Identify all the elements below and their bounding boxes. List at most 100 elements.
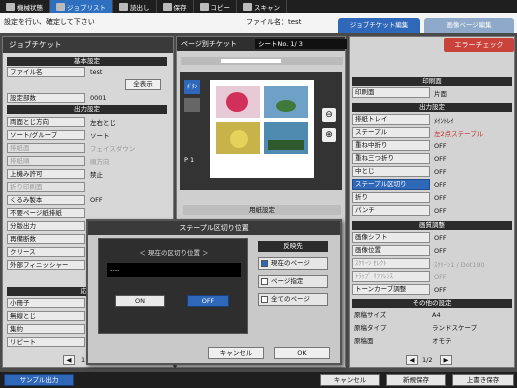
overwrite-save-button[interactable]: 上書き保存 (452, 374, 514, 386)
on-button[interactable]: ON (115, 295, 165, 307)
setting-button[interactable]: 画像シフト (352, 232, 430, 243)
output-row: 再備断数 (7, 234, 90, 244)
output-row: クリース (7, 247, 90, 257)
setting-button[interactable]: 画像位置 (352, 245, 430, 256)
output-setting-button[interactable]: くるみ製本 (7, 195, 85, 205)
cancel-button[interactable]: キャンセル (320, 374, 380, 386)
apply-setting-button[interactable]: リピート (7, 337, 85, 347)
print-side-button[interactable]: 印刷面 (352, 87, 430, 98)
other-setting-label: 原稿サイズ (354, 311, 387, 319)
setting-button[interactable]: トーンカーブ調整 (352, 284, 430, 295)
photo-island (264, 86, 308, 118)
print-side-value: 片面 (434, 89, 447, 98)
setting-value: OFF (434, 193, 447, 202)
option-current-page[interactable]: 現在のページ (258, 257, 328, 270)
apply-setting-button[interactable]: 集約 (7, 324, 85, 334)
output-setting-button[interactable]: 再備断数 (7, 234, 85, 244)
output-setting-button[interactable]: 排紙順 (7, 156, 85, 166)
tab-job-ticket-edit[interactable]: ジョブチケット編集 (338, 18, 420, 33)
output-setting-value: OFF (90, 196, 103, 204)
thumbnail-tab[interactable]: ﾎﾞﾀﾝ (184, 80, 200, 94)
output-row: 折り印刷面 (7, 182, 90, 192)
error-check-button[interactable]: エラーチェック (444, 38, 514, 52)
setting-button[interactable]: ﾄﾗｯﾌﾟ ﾘﾌｧﾚﾝｽ (352, 271, 430, 282)
apply-setting-button[interactable]: 小冊子 (7, 298, 85, 308)
settings-next-button[interactable]: ▶ (440, 355, 452, 365)
main-menu-bar: 機械状態 ジョブリスト 読出し 保存 コピー スキャン (0, 0, 517, 13)
document-page (210, 80, 314, 178)
menu-tab-1[interactable]: ジョブリスト (50, 0, 113, 13)
setting-value: 左2点ステープル (434, 129, 484, 138)
zoom-out-icon[interactable]: ⊖ (322, 108, 336, 122)
setting-button[interactable]: ｽｸﾘｰﾝ ｾﾚｸﾄ (352, 258, 430, 269)
scroll-thumb[interactable] (221, 59, 281, 63)
setting-button[interactable]: ステープル区切り (352, 179, 430, 190)
current-position-label: ＜ 現在の区切り位置 ＞ (139, 249, 209, 257)
menu-tab-3[interactable]: 保存 (157, 0, 194, 13)
prev-page-button[interactable]: ◀ (63, 355, 75, 365)
setting-button[interactable]: 中とじ (352, 166, 430, 177)
settings-prev-button[interactable]: ◀ (406, 355, 418, 365)
output-setting-value: 禁止 (90, 171, 103, 179)
menu-tab-5[interactable]: スキャン (237, 0, 287, 13)
setting-button[interactable]: 折り (352, 192, 430, 203)
setting-button[interactable]: パンチ (352, 205, 430, 216)
setting-row: 重ね三つ折り OFF (352, 153, 447, 164)
photo-sky (264, 122, 308, 154)
setting-button[interactable]: ステープル (352, 127, 430, 138)
output-setting-button[interactable]: 両面とじ方向 (7, 117, 85, 127)
menu-tab-0[interactable]: 機械状態 (0, 0, 50, 13)
thumbnail-tab-2[interactable] (184, 98, 200, 112)
output-setting-button[interactable]: ソート/グループ (7, 130, 85, 140)
other-setting-label: 原稿面 (354, 337, 374, 345)
sheet-number-selector[interactable]: シートNo. 1/ 3 (255, 39, 347, 49)
paper-setting-header: 用紙設定 (183, 205, 341, 215)
radio-box (261, 296, 268, 303)
section-print-side: 印刷面 (352, 77, 512, 86)
off-button[interactable]: OFF (187, 295, 229, 307)
copies-button[interactable]: 設定部数 (7, 93, 85, 103)
output-setting-button[interactable]: 外部フィニッシャー (7, 260, 85, 270)
setting-button[interactable]: 重ね中折り (352, 140, 430, 151)
output-setting-value: フェイスダウン (90, 145, 136, 153)
menu-tab-2[interactable]: 読出し (113, 0, 157, 13)
apply-target-title: 反映先 (258, 241, 328, 252)
new-save-button[interactable]: 新規保存 (386, 374, 446, 386)
setting-row: ステープル 左2点ステープル (352, 127, 483, 138)
output-setting-button[interactable]: クリース (7, 247, 85, 257)
sample-output-button[interactable]: サンプル出力 (4, 374, 74, 386)
setting-row: 折り OFF (352, 192, 447, 203)
dialog-cancel-button[interactable]: キャンセル (208, 347, 264, 359)
setting-button[interactable]: 排紙トレイ (352, 114, 430, 125)
output-setting-button[interactable]: 上機み許可 (7, 169, 85, 179)
apply-row: 集約 (7, 324, 85, 334)
section-output-settings: 出力設定 (352, 103, 512, 112)
output-setting-value: 左右とじ (90, 119, 116, 127)
option-all-pages[interactable]: 全てのページ (258, 293, 328, 306)
setting-value: OFF (434, 272, 447, 281)
setting-value: ﾒｲﾝﾄﾚｲ (434, 116, 454, 125)
scroll-bar[interactable] (181, 57, 343, 65)
show-all-button[interactable]: 全表示 (125, 79, 161, 90)
output-setting-value: ソート (90, 132, 110, 140)
output-row: 外部フィニッシャー (7, 260, 90, 270)
apply-setting-button[interactable]: 無線とじ (7, 311, 85, 321)
zoom-in-icon[interactable]: ⊕ (322, 128, 336, 142)
filename-button[interactable]: ファイル名 (7, 67, 85, 77)
menu-tab-4[interactable]: コピー (194, 0, 237, 13)
section-image-adjust: 画質調整 (352, 221, 512, 230)
output-setting-button[interactable]: 排紙面 (7, 143, 85, 153)
output-setting-value: 順方向 (90, 158, 110, 166)
tab-image-page-edit[interactable]: 画像ページ編集 (424, 18, 514, 33)
setting-value: OFF (434, 141, 447, 150)
other-setting-value: ランドスケープ (432, 324, 478, 332)
dialog-ok-button[interactable]: OK (274, 347, 330, 359)
photo-flower (216, 86, 260, 118)
output-setting-button[interactable]: 折り印刷面 (7, 182, 85, 192)
output-setting-button[interactable]: 分版出力 (7, 221, 85, 231)
output-setting-button[interactable]: 不要ページ紙排紙 (7, 208, 85, 218)
option-page-specify[interactable]: ページ指定 (258, 275, 328, 288)
setting-button[interactable]: 重ね三つ折り (352, 153, 430, 164)
setting-row: 排紙トレイ ﾒｲﾝﾄﾚｲ (352, 114, 454, 125)
setting-row: トーンカーブ調整 OFF (352, 284, 447, 295)
